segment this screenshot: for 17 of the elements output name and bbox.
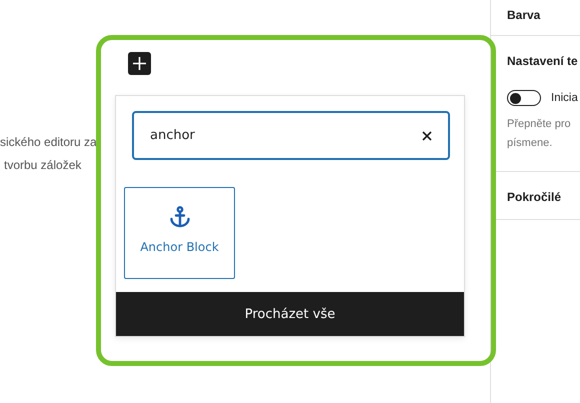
block-result[interactable]: Anchor Block [124, 187, 235, 279]
section-title[interactable]: Pokročilé [507, 189, 562, 205]
help-text: Přepněte pro [507, 117, 571, 132]
paragraph-text: sického editoru za [0, 134, 97, 151]
anchor-icon [168, 206, 190, 228]
toggle-switch[interactable] [507, 90, 541, 106]
search-input[interactable]: anchor [150, 128, 422, 143]
section-title[interactable]: Nastavení te [507, 53, 578, 69]
paragraph-text: tvorbu záložek [4, 157, 82, 174]
close-icon[interactable] [422, 130, 432, 140]
section-title[interactable]: Barva [507, 7, 540, 23]
browse-all-button[interactable]: Procházet vše [116, 292, 464, 336]
add-block-button[interactable] [128, 52, 151, 75]
toggle-label: Inicia [551, 92, 578, 104]
help-text: písmene. [507, 136, 554, 151]
plus-icon [133, 57, 146, 70]
search-field[interactable]: anchor [132, 111, 450, 160]
